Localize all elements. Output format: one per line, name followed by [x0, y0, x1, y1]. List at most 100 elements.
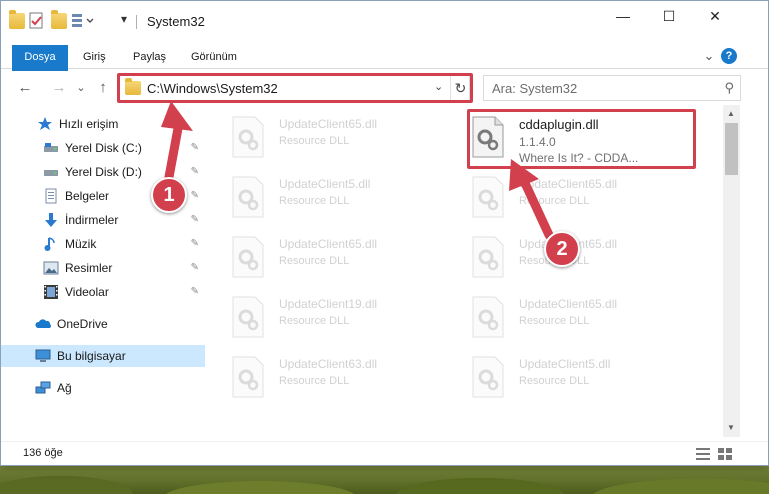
sidebar-item-label: Yerel Disk (C:) [65, 141, 142, 155]
sidebar-item-videos[interactable]: Videolar ✎ [1, 281, 205, 303]
pin-icon[interactable]: ✎ [191, 214, 199, 225]
dll-file-icon [231, 295, 265, 339]
sidebar-item-quick-access[interactable]: Hızlı erişim [1, 113, 205, 135]
recent-locations-icon[interactable]: ⌄ [71, 78, 91, 98]
pin-icon[interactable]: ✎ [191, 262, 199, 273]
large-icons-view-icon[interactable] [717, 447, 733, 461]
file-name: UpdateClient65.dll [279, 237, 378, 251]
file-name: UpdateClient5.dll [519, 357, 611, 371]
onedrive-icon [35, 316, 51, 332]
sidebar-item-network[interactable]: Ağ [1, 377, 205, 399]
file-description: Resource DLL [279, 255, 350, 267]
address-bar[interactable]: C:\Windows\System32 ⌄ ↻ [119, 75, 470, 101]
search-input[interactable] [492, 81, 712, 96]
search-icon[interactable]: ⚲ [724, 80, 734, 96]
sidebar-item-label: Hızlı erişim [59, 117, 119, 131]
navigation-pane: Hızlı erişim Yerel Disk (C:) ✎ Yerel Dis… [1, 105, 207, 437]
file-item[interactable]: UpdateClient65.dll Resource DLL [447, 169, 677, 225]
sidebar-item-label: Videolar [65, 285, 109, 299]
pin-icon[interactable]: ✎ [191, 190, 199, 201]
file-description: Resource DLL [279, 195, 350, 207]
scroll-down-icon[interactable]: ▼ [727, 423, 735, 432]
dll-file-icon [231, 235, 265, 279]
back-arrow-icon[interactable]: ← [15, 78, 35, 98]
view-options-icon[interactable] [71, 12, 94, 28]
sidebar-item-downloads[interactable]: İndirmeler ✎ [1, 209, 205, 231]
drive-icon [43, 140, 59, 156]
scroll-up-icon[interactable]: ▲ [727, 109, 735, 118]
file-explorer-window: ▾ System32 — ☐ ✕ Dosya Giriş Paylaş Görü… [0, 0, 769, 466]
dll-file-icon [231, 355, 265, 399]
scrollbar-thumb[interactable] [725, 123, 738, 175]
star-icon [37, 116, 53, 132]
file-item[interactable]: UpdateClient5.dll Resource DLL [447, 349, 677, 405]
title-separator [136, 15, 137, 29]
dll-file-icon [471, 115, 505, 159]
details-view-icon[interactable] [695, 447, 711, 461]
window-title: System32 [147, 14, 205, 29]
sidebar-item-label: Bu bilgisayar [57, 349, 126, 363]
file-description: Resource DLL [279, 375, 350, 387]
up-arrow-icon[interactable]: ↑ [93, 78, 113, 98]
file-item[interactable]: UpdateClient5.dll Resource DLL [207, 169, 437, 225]
title-bar: ▾ System32 — ☐ ✕ [1, 1, 768, 41]
tab-view[interactable]: Görünüm [181, 45, 247, 69]
help-icon[interactable]: ? [721, 48, 737, 64]
file-list: UpdateClient65.dll Resource DLL cddaplug… [207, 105, 723, 437]
sidebar-item-label: Belgeler [65, 189, 110, 203]
sidebar-item-label: Resimler [65, 261, 113, 275]
sidebar-item-label: Yerel Disk (D:) [65, 165, 142, 179]
file-name: UpdateClient5.dll [279, 177, 371, 191]
downloads-icon [43, 212, 59, 228]
drive-icon [43, 164, 59, 180]
item-count: 136 öğe [23, 447, 63, 459]
pin-icon[interactable]: ✎ [191, 286, 199, 297]
address-dropdown-icon[interactable]: ⌄ [434, 80, 443, 93]
vertical-scrollbar[interactable]: ▲ ▼ [723, 105, 740, 437]
dll-file-icon [231, 175, 265, 219]
close-button[interactable]: ✕ [692, 1, 738, 31]
dll-file-icon [471, 175, 505, 219]
sidebar-item-label: Müzik [65, 237, 97, 251]
file-name: cddaplugin.dll [519, 117, 599, 132]
file-description: Resource DLL [519, 195, 590, 207]
file-item[interactable]: UpdateClient65.dll Resource DLL [447, 289, 677, 345]
sidebar-item-pictures[interactable]: Resimler ✎ [1, 257, 205, 279]
address-path[interactable]: C:\Windows\System32 [147, 81, 278, 96]
tab-home[interactable]: Giriş [73, 45, 116, 69]
forward-arrow-icon[interactable]: → [49, 78, 69, 98]
sidebar-item-local-disk-c[interactable]: Yerel Disk (C:) ✎ [1, 137, 205, 159]
network-icon [35, 380, 51, 396]
new-folder-icon[interactable] [51, 10, 67, 29]
maximize-button[interactable]: ☐ [646, 1, 692, 31]
pin-icon[interactable]: ✎ [191, 166, 199, 177]
computer-icon [35, 348, 51, 364]
sidebar-item-onedrive[interactable]: OneDrive [1, 313, 205, 335]
refresh-icon[interactable]: ↻ [450, 76, 470, 100]
file-item[interactable]: UpdateClient65.dll Resource DLL [207, 229, 437, 285]
videos-icon [43, 284, 59, 300]
sidebar-item-music[interactable]: Müzik ✎ [1, 233, 205, 255]
minimize-button[interactable]: — [600, 1, 646, 31]
expand-ribbon-icon[interactable]: ⌄ [701, 48, 717, 64]
pin-icon[interactable]: ✎ [191, 238, 199, 249]
file-name: UpdateClient65.dll [519, 177, 618, 191]
file-item-cddaplugin[interactable]: cddaplugin.dll 1.1.4.0 Where Is It? - CD… [447, 109, 677, 165]
step-1-badge: 1 [151, 177, 187, 213]
customize-toolbar-icon[interactable]: ▾ [121, 12, 137, 28]
file-item[interactable]: UpdateClient65.dll Resource DLL [207, 109, 437, 165]
address-folder-icon [125, 78, 141, 95]
sidebar-item-this-pc[interactable]: Bu bilgisayar [1, 345, 205, 367]
sidebar-item-label: OneDrive [57, 317, 108, 331]
file-description: Resource DLL [279, 315, 350, 327]
folder-icon [9, 10, 25, 29]
pin-icon[interactable]: ✎ [191, 142, 199, 153]
navigation-bar: ← → ⌄ ↑ C:\Windows\System32 ⌄ ↻ ⚲ [1, 71, 768, 105]
file-item[interactable]: UpdateClient19.dll Resource DLL [207, 289, 437, 345]
tab-share[interactable]: Paylaş [123, 45, 176, 69]
file-version: 1.1.4.0 [519, 135, 556, 149]
file-item[interactable]: UpdateClient63.dll Resource DLL [207, 349, 437, 405]
properties-icon[interactable] [29, 12, 45, 29]
search-box[interactable]: ⚲ [483, 75, 741, 101]
dll-file-icon [471, 295, 505, 339]
